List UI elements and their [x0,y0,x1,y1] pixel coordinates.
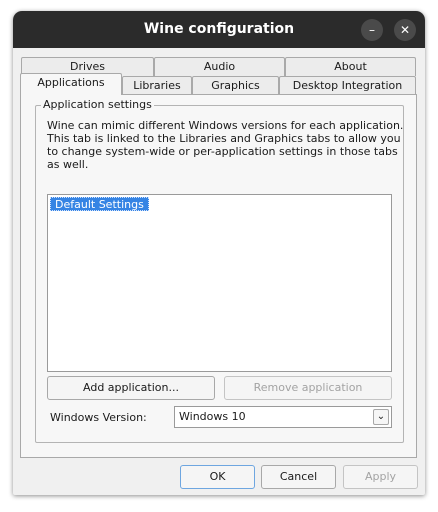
apply-button[interactable]: Apply [343,465,418,489]
application-list[interactable]: Default Settings [47,194,392,372]
wine-config-window: Wine configuration – ✕ Drives Audio Abou… [13,11,425,495]
minimize-button[interactable]: – [361,19,383,41]
windows-version-label: Windows Version: [50,411,147,424]
button-label: Add application... [83,381,179,394]
tab-desktop-integration[interactable]: Desktop Integration [279,76,416,95]
applications-panel: Application settings Wine can mimic diff… [20,94,417,458]
description-text: Wine can mimic different Windows version… [47,119,404,171]
button-label: Cancel [279,470,318,483]
description-line: to change system-wide or per-application… [47,145,398,158]
description-line: as well. [47,158,89,171]
list-item-default-settings[interactable]: Default Settings [50,197,149,211]
close-button[interactable]: ✕ [394,19,416,41]
button-label: Apply [364,470,397,483]
chevron-down-icon[interactable]: ⌄ [373,409,389,425]
remove-application-button[interactable]: Remove application [224,376,392,400]
ok-button[interactable]: OK [180,465,255,489]
tab-label: Graphics [211,79,260,92]
cancel-button[interactable]: Cancel [261,465,336,489]
close-icon: ✕ [399,23,411,37]
title-bar[interactable]: Wine configuration – ✕ [13,11,425,48]
tab-label: About [334,60,367,73]
tab-audio[interactable]: Audio [154,57,285,76]
tab-label: Drives [69,60,106,73]
windows-version-select[interactable]: Windows 10 ⌄ [174,406,392,428]
description-line: Wine can mimic different Windows version… [47,119,404,132]
group-title: Application settings [41,98,154,112]
application-settings-group: Application settings Wine can mimic diff… [35,98,404,443]
tab-graphics[interactable]: Graphics [192,76,279,95]
tab-label: Desktop Integration [292,79,403,92]
tab-label: Applications [37,76,105,89]
minimize-icon: – [369,23,375,37]
button-label: OK [209,470,226,483]
add-application-button[interactable]: Add application... [47,376,215,400]
button-label: Remove application [253,381,363,394]
tab-label: Audio [203,60,236,73]
tab-label: Libraries [133,79,181,92]
tab-applications[interactable]: Applications [20,73,122,95]
description-line: This tab is linked to the Libraries and … [47,132,401,145]
tab-about[interactable]: About [285,57,416,76]
tab-libraries[interactable]: Libraries [122,76,192,95]
windows-version-value: Windows 10 [179,410,246,423]
